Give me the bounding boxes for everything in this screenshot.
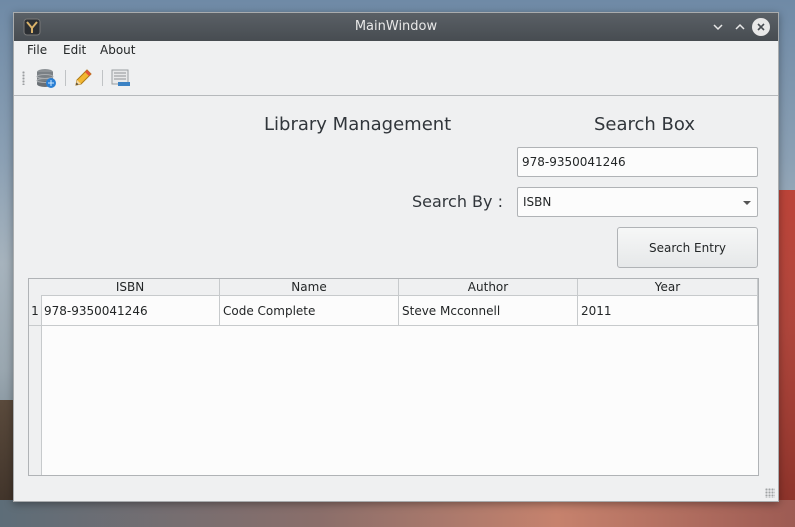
search-entry-button[interactable]: Search Entry: [617, 227, 758, 268]
menu-bar: File Edit About: [14, 41, 778, 60]
menu-file[interactable]: File: [27, 43, 47, 57]
pencil-icon[interactable]: [72, 67, 94, 89]
search-input[interactable]: [517, 147, 758, 177]
resize-grip[interactable]: [765, 488, 775, 498]
dropdown-arrow-icon: [743, 201, 751, 205]
search-by-label: Search By :: [412, 192, 503, 211]
table-cell-author[interactable]: Steve Mcconnell: [399, 296, 578, 326]
chevron-down-icon: [713, 24, 723, 31]
close-button[interactable]: [752, 18, 770, 36]
toolbar-grip[interactable]: [22, 71, 25, 85]
table-cell-name[interactable]: Code Complete: [220, 296, 399, 326]
document-list-icon[interactable]: [110, 67, 132, 89]
search-by-selected-value: ISBN: [523, 195, 552, 209]
maximize-button[interactable]: [732, 19, 748, 35]
table-cell-isbn[interactable]: 978-9350041246: [41, 296, 220, 326]
main-window: MainWindow File Edit About Library Manag…: [13, 12, 779, 502]
window-title: MainWindow: [354, 19, 438, 34]
title-bar[interactable]: MainWindow: [14, 13, 778, 41]
close-icon: [757, 23, 765, 31]
row-header[interactable]: 1: [29, 296, 41, 326]
menu-about[interactable]: About: [100, 43, 135, 57]
desktop-background-shore: [0, 500, 795, 527]
column-header-year[interactable]: Year: [578, 279, 758, 296]
menu-edit[interactable]: Edit: [63, 43, 86, 57]
toolbar-separator: [102, 70, 103, 86]
search-by-select[interactable]: ISBN: [517, 187, 758, 217]
database-icon[interactable]: [35, 67, 57, 89]
chevron-up-icon: [735, 23, 745, 30]
toolbar-separator: [65, 70, 66, 86]
results-table: ISBN Name Author Year 1 978-9350041246 C…: [28, 278, 759, 476]
minimize-button[interactable]: [710, 19, 726, 35]
page-title: Library Management: [264, 114, 452, 135]
central-widget: Library Management Search Box Search By …: [14, 96, 778, 501]
toolbar: [14, 61, 778, 96]
column-header-name[interactable]: Name: [220, 279, 399, 296]
table-cell-year[interactable]: 2011: [578, 296, 758, 326]
column-header-author[interactable]: Author: [399, 279, 578, 296]
column-header-isbn[interactable]: ISBN: [41, 279, 220, 296]
search-box-title: Search Box: [594, 114, 696, 135]
